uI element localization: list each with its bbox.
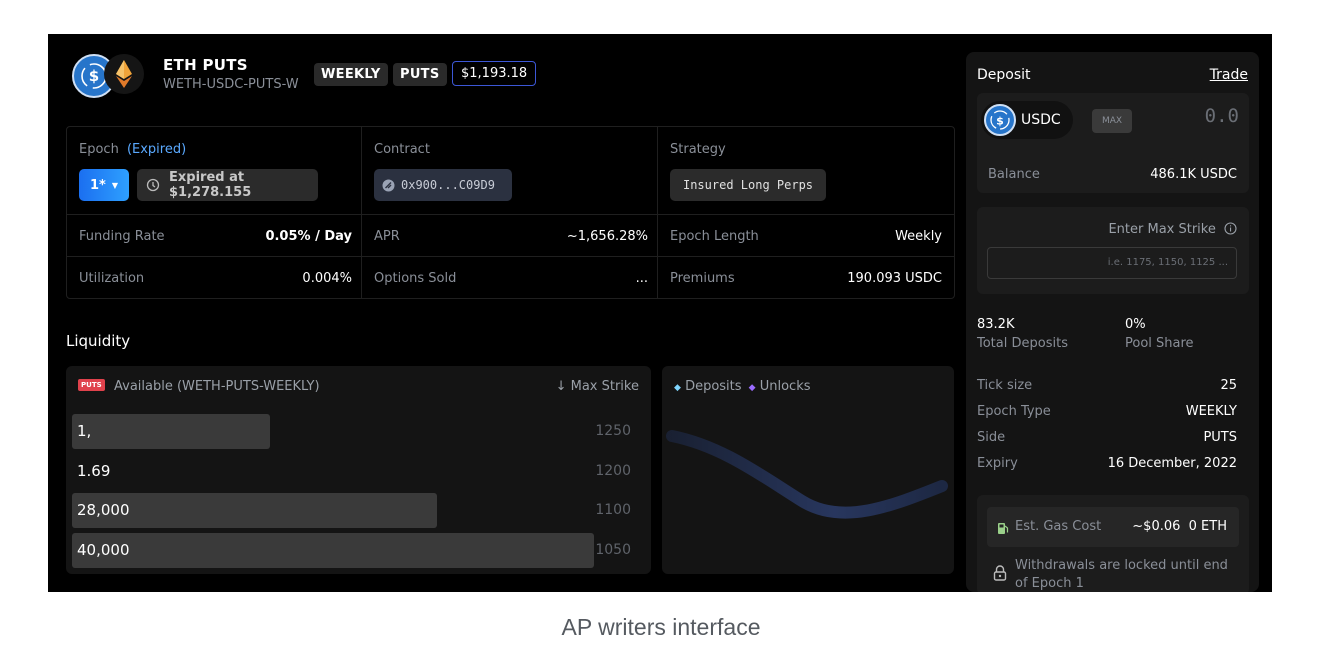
deposits-curve <box>666 430 948 519</box>
apr-label: APR <box>374 229 400 244</box>
pair-subtitle: WETH-USDC-PUTS-W <box>163 77 299 92</box>
utilization-value: 0.004% <box>302 271 352 286</box>
options-sold-value: ... <box>635 271 648 286</box>
balance-value: 486.1K USDC <box>1150 167 1237 182</box>
trade-link[interactable]: Trade <box>1210 67 1248 83</box>
utilization-label: Utilization <box>79 271 145 286</box>
premiums-label: Premiums <box>670 271 735 286</box>
contract-address: 0x900...C09D9 <box>401 178 495 192</box>
liquidity-strike: 1050 <box>595 541 631 558</box>
options-sold-label: Options Sold <box>374 271 457 286</box>
epoch-select[interactable]: 1* ▼ <box>79 169 129 201</box>
max-strike-label: Max Strike <box>570 379 639 394</box>
deposit-input-box: $ USDC MAX 0.0 Balance 486.1K USDC <box>977 93 1249 193</box>
eth-logo-icon <box>104 54 144 94</box>
token-name: USDC <box>1021 112 1061 128</box>
strike-placeholder: i.e. 1175, 1150, 1125 ... <box>1107 257 1228 268</box>
arrow-down-icon: ↓ <box>555 379 567 394</box>
expired-text: Expired at $1,278.155 <box>169 170 252 200</box>
info-icon <box>1224 222 1237 239</box>
legend-deposits: Deposits <box>685 379 742 394</box>
puts-badge: PUTS <box>78 379 105 391</box>
contract-link[interactable]: 0x900...C09D9 <box>374 169 512 201</box>
total-deposits-label: Total Deposits <box>977 336 1068 351</box>
gas-box: Est. Gas Cost ~$0.06 0 ETH Withdrawals a… <box>977 495 1249 592</box>
contract-label: Contract <box>374 142 430 157</box>
epoch-type-label: Epoch Type <box>977 404 1051 419</box>
apr-value: ~1,656.28% <box>566 229 648 244</box>
app-window: $ ETH PUTS WETH-USDC-PUTS-W WEEKLY PUTS … <box>48 34 1272 592</box>
liquidity-amount: 40,000 <box>77 540 130 559</box>
liquidity-bar <box>72 414 270 449</box>
liquidity-bar <box>72 532 594 568</box>
gas-value: ~$0.06 0 ETH <box>1132 519 1227 534</box>
info-grid: Epoch (Expired) 1* ▼ Expired at $1,278.1… <box>66 126 955 299</box>
liquidity-strike: 1200 <box>595 462 631 479</box>
side-label: Side <box>977 430 1006 445</box>
figure-caption: AP writers interface <box>561 614 761 640</box>
lock-icon <box>993 565 1007 585</box>
epoch-length-value: Weekly <box>895 229 942 244</box>
max-strike-sort[interactable]: ↓ Max Strike <box>556 379 639 394</box>
diamond-icon: ◆ <box>674 383 681 393</box>
strike-input[interactable]: i.e. 1175, 1150, 1125 ... <box>987 247 1237 279</box>
gas-label: Est. Gas Cost <box>1015 519 1102 534</box>
legend-unlocks: Unlocks <box>759 379 811 394</box>
price-badge: $1,193.18 <box>452 61 537 86</box>
liquidity-strike: 1100 <box>595 502 631 518</box>
chart-legend: ◆ Deposits ◆ Unlocks <box>674 379 811 394</box>
expired-chip: Expired at $1,278.155 <box>137 169 318 201</box>
strategy-badge: Insured Long Perps <box>670 169 826 201</box>
liquidity-amount: 1.69 <box>77 461 111 480</box>
available-label: Available (WETH-PUTS-WEEKLY) <box>114 379 320 394</box>
liquidity-title: Liquidity <box>66 332 131 350</box>
epoch-label: Epoch (Expired) <box>79 142 187 157</box>
liquidity-amount: 28,000 <box>77 501 130 519</box>
tag-weekly: WEEKLY <box>314 63 388 86</box>
tick-size-value: 25 <box>1220 378 1237 393</box>
page-title: ETH PUTS <box>163 56 248 74</box>
tick-size-label: Tick size <box>977 378 1033 393</box>
tag-puts: PUTS <box>393 63 447 86</box>
deposit-panel: Deposit Trade $ USDC MAX 0.0 Balance 486… <box>966 52 1259 592</box>
withdraw-notice: Withdrawals are locked until end of Epoc… <box>1015 558 1228 591</box>
side-value: PUTS <box>1203 430 1237 445</box>
epoch-value: 1* <box>90 177 106 193</box>
premiums-value: 190.093 USDC <box>847 271 942 286</box>
amount-input[interactable]: 0.0 <box>1205 105 1239 127</box>
expiry-label: Expiry <box>977 456 1018 471</box>
balance-label: Balance <box>988 167 1040 182</box>
funding-rate-label: Funding Rate <box>79 229 165 244</box>
gas-row: Est. Gas Cost ~$0.06 0 ETH <box>987 507 1239 547</box>
pool-share-label: Pool Share <box>1125 336 1194 351</box>
expiry-value: 16 December, 2022 <box>1107 456 1237 471</box>
svg-text:$: $ <box>996 115 1004 128</box>
max-strike-box: Enter Max Strike i.e. 1175, 1150, 1125 .… <box>977 207 1249 294</box>
pool-share-value: 0% <box>1125 317 1146 332</box>
funding-rate-value: 0.05% / Day <box>265 229 352 244</box>
epoch-status: (Expired) <box>126 142 187 157</box>
epoch-type-value: WEEKLY <box>1185 404 1237 419</box>
deposit-title: Deposit <box>977 67 1031 83</box>
enter-max-strike-label: Enter Max Strike <box>1108 222 1237 239</box>
diamond-icon: ◆ <box>748 383 756 393</box>
max-button[interactable]: MAX <box>1092 109 1132 133</box>
usdc-token-icon: $ <box>984 104 1016 136</box>
contract-icon <box>382 179 395 192</box>
chevron-down-icon: ▼ <box>111 180 118 190</box>
token-selector[interactable]: $ USDC <box>981 101 1073 139</box>
svg-text:$: $ <box>89 67 99 85</box>
clock-icon <box>146 178 160 192</box>
strategy-label: Strategy <box>670 142 726 157</box>
total-deposits-value: 83.2K <box>977 317 1015 332</box>
liquidity-amount: 1, <box>77 422 92 440</box>
liquidity-chart-card: ◆ Deposits ◆ Unlocks <box>662 366 954 574</box>
liquidity-strike: 1250 <box>595 423 631 439</box>
liquidity-card: PUTS Available (WETH-PUTS-WEEKLY) ↓ Max … <box>66 366 651 574</box>
gas-pump-icon <box>997 520 1009 539</box>
epoch-length-label: Epoch Length <box>670 229 759 244</box>
